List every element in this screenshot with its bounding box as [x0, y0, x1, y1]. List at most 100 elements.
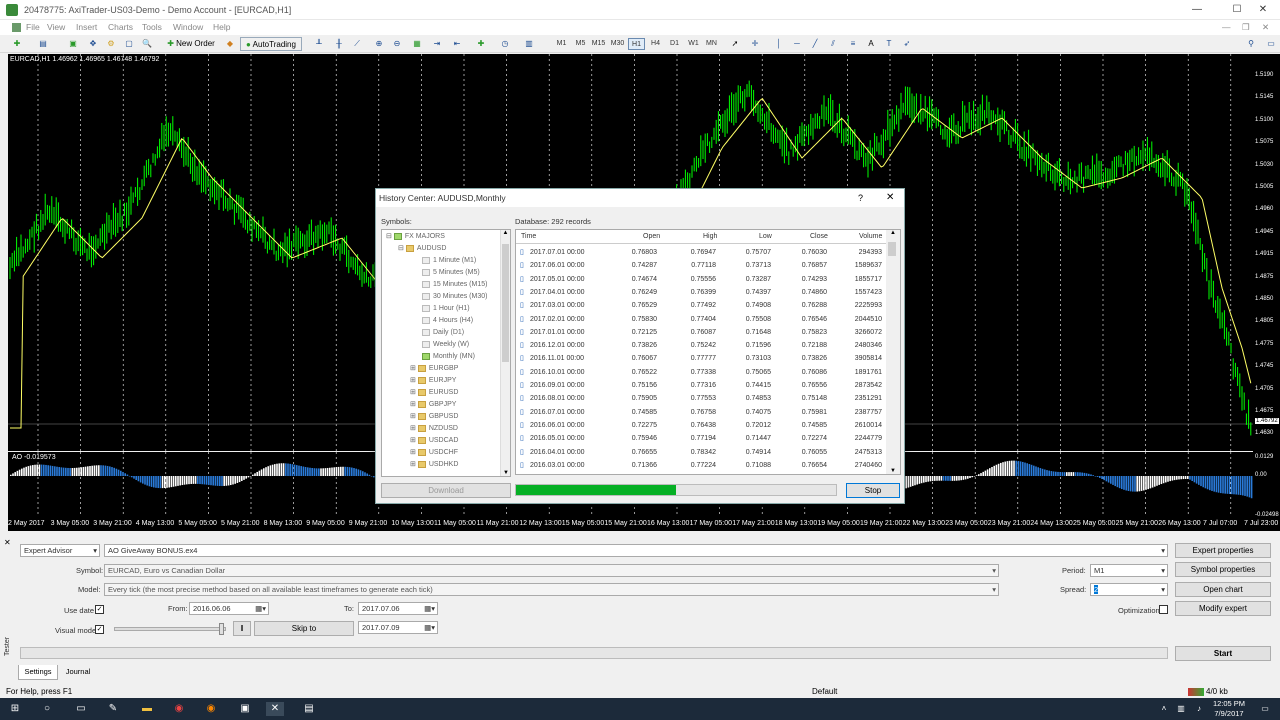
- tree-scroll-down-icon[interactable]: ▼: [501, 470, 510, 476]
- table-row[interactable]: ▯ 2017.03.01 00:00 0.76529 0.77492 0.74908 0.…: [516, 299, 886, 312]
- timeframe-m5-button[interactable]: M5: [572, 38, 589, 50]
- table-row[interactable]: ▯ 2017.01.01 00:00 0.72125 0.76087 0.71648 0.…: [516, 326, 886, 339]
- table-row[interactable]: ▯ 2017.02.01 00:00 0.75830 0.77404 0.75508 0.…: [516, 313, 886, 326]
- symbol-properties-button[interactable]: Symbol properties: [1175, 562, 1271, 577]
- cortana-icon[interactable]: ○: [38, 702, 56, 716]
- new-chart-icon[interactable]: ✚: [10, 37, 24, 51]
- tree-node-symbol[interactable]: ⊞ GBPJPY: [410, 399, 456, 411]
- skip-to-button[interactable]: Skip to: [254, 621, 354, 636]
- zoom-out-icon[interactable]: ⊖: [390, 37, 404, 51]
- stop-button[interactable]: Stop: [846, 483, 900, 498]
- explorer-icon[interactable]: ▬: [138, 702, 156, 716]
- download-button[interactable]: Download: [381, 483, 511, 498]
- metatrader-taskbar-icon[interactable]: ✕: [266, 702, 284, 716]
- timeframe-mn-button[interactable]: MN: [703, 38, 720, 50]
- indicators-icon[interactable]: ✚: [474, 37, 488, 51]
- col-high[interactable]: High: [703, 233, 717, 240]
- timeframe-h4-button[interactable]: H4: [647, 38, 664, 50]
- fibo-icon[interactable]: ≡: [846, 37, 860, 51]
- calendar-icon[interactable]: ▦▾: [255, 603, 266, 614]
- templates-icon[interactable]: ▥: [522, 37, 536, 51]
- menu-tools[interactable]: Tools: [142, 22, 162, 32]
- tree-node-period[interactable]: 5 Minutes (M5): [422, 267, 480, 279]
- period-select[interactable]: M1 ▾: [1090, 564, 1168, 577]
- terminal-icon[interactable]: ▢: [122, 37, 136, 51]
- tree-node-period[interactable]: Daily (D1): [422, 327, 464, 339]
- expert-select[interactable]: AO GiveAway BONUS.ex4 ▾: [104, 544, 1168, 557]
- use-date-checkbox[interactable]: ✓: [95, 605, 104, 614]
- profiles-icon[interactable]: ▤: [36, 37, 50, 51]
- tree-node-symbol[interactable]: ⊞ EURUSD: [410, 387, 458, 399]
- grid-scroll-down-icon[interactable]: ▼: [886, 468, 900, 474]
- periods-icon[interactable]: ◷: [498, 37, 512, 51]
- table-row[interactable]: ▯ 2017.06.01 00:00 0.74287 0.77118 0.73713 0.…: [516, 259, 886, 272]
- table-row[interactable]: ▯ 2016.08.01 00:00 0.75905 0.77553 0.74853 0.…: [516, 392, 886, 405]
- arrows-icon[interactable]: ➶: [900, 37, 914, 51]
- tree-node-period[interactable]: 1 Minute (M1): [422, 255, 476, 267]
- cursor-icon[interactable]: ➚: [728, 37, 742, 51]
- tree-scroll-thumb[interactable]: [502, 244, 509, 362]
- skip-to-date-input[interactable]: 2017.07.09 ▦▾: [358, 621, 438, 634]
- tree-node-period[interactable]: 4 Hours (H4): [422, 315, 473, 327]
- tab-journal[interactable]: Journal: [60, 665, 96, 680]
- mdi-close-button[interactable]: ✕: [1262, 22, 1269, 33]
- tree-node-period[interactable]: Weekly (W): [422, 339, 469, 351]
- data-window-icon[interactable]: ⚙: [104, 37, 118, 51]
- horizontal-line-icon[interactable]: ─: [790, 37, 804, 51]
- tree-scroll-up-icon[interactable]: ▲: [501, 230, 510, 236]
- app-icon-2[interactable]: ▣: [236, 702, 254, 716]
- grid-scrollbar[interactable]: ▲ ▼: [886, 230, 900, 474]
- table-row[interactable]: ▯ 2016.05.01 00:00 0.75946 0.77194 0.71447 0.…: [516, 432, 886, 445]
- mdi-restore-button[interactable]: ❐: [1242, 22, 1250, 33]
- col-close[interactable]: Close: [810, 233, 828, 240]
- timeframe-h1-button[interactable]: H1: [628, 38, 645, 50]
- tester-icon[interactable]: 🔍: [140, 37, 154, 51]
- tree-node-period[interactable]: Monthly (MN): [422, 351, 475, 363]
- vertical-line-icon[interactable]: │: [772, 37, 786, 51]
- table-row[interactable]: ▯ 2017.04.01 00:00 0.76249 0.76399 0.74397 0.…: [516, 286, 886, 299]
- mode-select[interactable]: Expert Advisor ▾: [20, 544, 100, 557]
- calendar-icon[interactable]: ▦▾: [424, 603, 435, 614]
- optimization-checkbox[interactable]: [1159, 605, 1168, 614]
- to-date-input[interactable]: 2017.07.06 ▦▾: [358, 602, 438, 615]
- market-watch-icon[interactable]: ▣: [66, 37, 80, 51]
- network-icon[interactable]: ▥: [1172, 702, 1190, 716]
- tree-scrollbar[interactable]: ▲ ▼: [500, 230, 510, 476]
- tree-node-period[interactable]: 15 Minutes (M15): [422, 279, 487, 291]
- col-volume[interactable]: Volume: [859, 233, 882, 240]
- expert-properties-button[interactable]: Expert properties: [1175, 543, 1271, 558]
- grid-scroll-thumb[interactable]: [888, 242, 896, 256]
- firefox-icon[interactable]: ◉: [202, 702, 220, 716]
- start-button[interactable]: Start: [1175, 646, 1271, 661]
- table-row[interactable]: ▯ 2016.07.01 00:00 0.74585 0.76758 0.74075 0.…: [516, 406, 886, 419]
- line-chart-icon[interactable]: ⟋: [350, 37, 364, 51]
- search-icon[interactable]: ⚲: [1244, 37, 1258, 51]
- trendline-icon[interactable]: ╱: [808, 37, 822, 51]
- menu-insert[interactable]: Insert: [76, 22, 97, 32]
- model-select[interactable]: Every tick (the most precise method base…: [104, 583, 999, 596]
- chat-icon[interactable]: ▭: [1264, 37, 1278, 51]
- candlestick-icon[interactable]: ╫: [332, 37, 346, 51]
- paint-icon[interactable]: ✎: [104, 702, 122, 716]
- tree-node-symbol[interactable]: ⊞ EURJPY: [410, 375, 456, 387]
- crosshair-icon[interactable]: ✛: [748, 37, 762, 51]
- timeframe-d1-button[interactable]: D1: [666, 38, 683, 50]
- symbols-tree[interactable]: ⊟ FX MAJORS ⊟ AUDUSD ▲ ▼ 1 Minute (M1) 5 …: [381, 229, 511, 477]
- tab-settings[interactable]: Settings: [18, 665, 58, 680]
- mdi-minimize-button[interactable]: —: [1222, 22, 1231, 32]
- dialog-close-button[interactable]: ✕: [886, 192, 894, 203]
- chrome-icon[interactable]: ◉: [170, 702, 188, 716]
- taskbar-clock[interactable]: 12:05 PM 7/9/2017: [1206, 699, 1252, 719]
- col-time[interactable]: Time: [521, 233, 536, 240]
- navigator-icon[interactable]: ✥: [86, 37, 100, 51]
- metatrader-taskbar-icon-2[interactable]: ▤: [300, 702, 318, 716]
- symbol-select[interactable]: EURCAD, Euro vs Canadian Dollar ▾: [104, 564, 999, 577]
- visual-mode-checkbox[interactable]: ✓: [95, 625, 104, 634]
- menu-file[interactable]: File: [26, 22, 40, 32]
- grid-scroll-up-icon[interactable]: ▲: [886, 230, 900, 236]
- menu-window[interactable]: Window: [173, 22, 203, 32]
- label-icon[interactable]: T: [882, 37, 896, 51]
- tray-up-icon[interactable]: ˄: [1155, 702, 1173, 716]
- table-row[interactable]: ▯ 2016.11.01 00:00 0.76067 0.77777 0.73103 0.…: [516, 352, 886, 365]
- tree-node-symbol[interactable]: ⊞ USDHKD: [410, 459, 458, 471]
